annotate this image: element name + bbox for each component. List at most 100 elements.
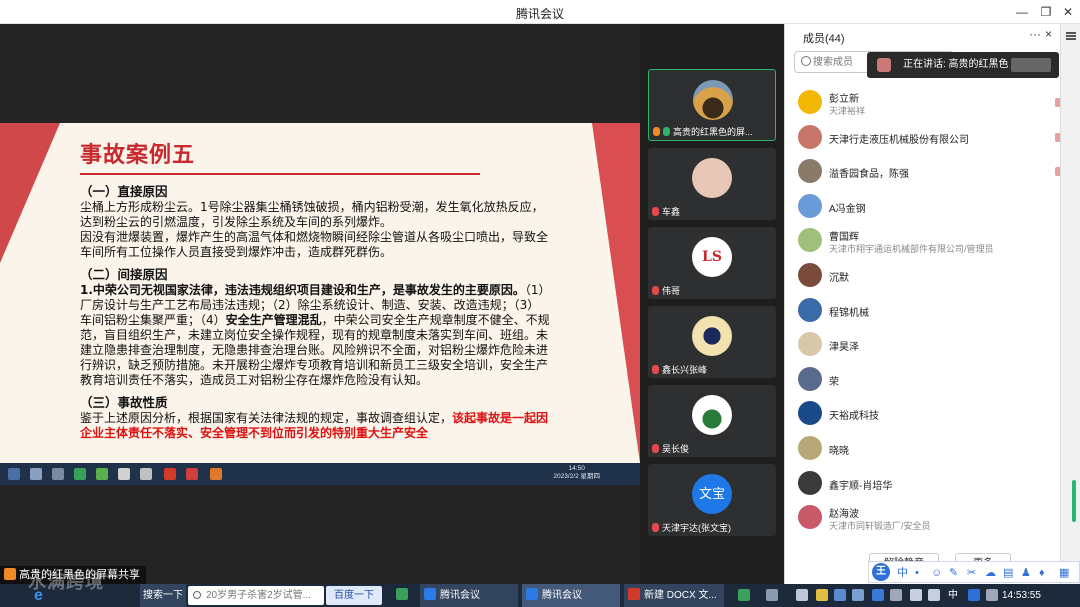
member-name: 天津行走液压机械股份有限公司 xyxy=(829,134,969,146)
members-panel-header: 成员(44) ··· × xyxy=(785,24,1061,48)
close-panel-icon[interactable]: × xyxy=(1045,27,1052,41)
windows-start-icon xyxy=(8,468,20,480)
member-name: 晓晓 xyxy=(829,446,849,457)
shared-slide: 事故案例五 （一）直接原因 尘桶上方形成粉尘云。1号除尘器集尘桶锈蚀破损，桶内铝… xyxy=(0,123,640,463)
pen-icon[interactable]: ✎ xyxy=(949,566,958,580)
members-panel: 成员(44) ··· × 正在讲话: 高贵的红黑色 彭立新天津裕祥天津行走液压机… xyxy=(784,24,1065,584)
member-row[interactable]: 赵海波 天津市同轩锻造厂/安全员 xyxy=(785,501,1061,535)
mic-icon xyxy=(663,127,670,136)
video-tile[interactable]: 车鑫 xyxy=(648,148,776,220)
title-bar: 腾讯会议 — ❐ ✕ xyxy=(0,0,1080,24)
video-tile[interactable]: 鑫长兴张峰 xyxy=(648,306,776,378)
tile-name-text: 鑫长兴张峰 xyxy=(662,365,708,375)
tencent-meeting-window: 腾讯会议 — ❐ ✕ 事故案例五 （一）直接原因 尘桶上方形成粉尘云。1号除尘器… xyxy=(0,0,1080,607)
member-row[interactable]: 曹国辉 天津市翔宇通运机械部件有限公司/管理员 xyxy=(785,224,1061,258)
slide-bold-lead: 1.中荣公司无视国家法律，违法违规组织项目建设和生产，是事故发生的主要原因。 xyxy=(80,283,525,297)
volume-icon[interactable] xyxy=(928,589,940,601)
punctuation-icon[interactable]: • xyxy=(915,566,919,580)
cloud-icon[interactable]: ☁ xyxy=(985,566,996,580)
slide-title-rule xyxy=(80,173,480,175)
ime-mode[interactable]: 中 xyxy=(897,566,908,580)
tray-app-icon[interactable] xyxy=(834,589,846,601)
member-row[interactable]: 鑫宇顺-肖培华 xyxy=(785,467,1061,501)
emoji-icon[interactable]: ☺ xyxy=(931,566,942,580)
member-row[interactable]: 溢香园食品，陈强 xyxy=(785,155,1065,189)
avatar xyxy=(798,436,822,460)
avatar xyxy=(692,395,732,435)
avatar xyxy=(798,366,822,391)
shared-screen-area[interactable]: 事故案例五 （一）直接原因 尘桶上方形成粉尘云。1号除尘器集尘桶锈蚀破损，桶内铝… xyxy=(0,24,640,584)
toolbox-icon[interactable]: ▦ xyxy=(1059,566,1069,580)
user-icon[interactable]: ♟ xyxy=(1021,566,1031,580)
taskbar-clock[interactable]: 14:53:55 xyxy=(1002,584,1041,607)
video-tile[interactable]: 高贵的红黑色的屏... xyxy=(648,69,776,141)
tile-name-text: 高贵的红黑色的屏... xyxy=(673,127,753,137)
search-icon xyxy=(30,468,42,480)
tile-name-text: 天津宇达(张文宝) xyxy=(662,523,731,533)
tray-app-icon[interactable] xyxy=(890,589,902,601)
member-subtitle: 天津市翔宇通运机械部件有限公司/管理员 xyxy=(829,244,994,255)
slide-title: 事故案例五 xyxy=(80,143,196,168)
taskbar-app-wps[interactable]: 新建 DOCX 文... xyxy=(624,584,724,607)
wps-icon xyxy=(164,468,176,480)
member-row[interactable]: 彭立新 天津裕祥 xyxy=(785,86,1065,120)
tray-app-icon[interactable] xyxy=(852,589,864,601)
taskbar-app-tencent-meeting[interactable]: 腾讯会议 xyxy=(420,584,518,607)
taskbar-app-label: 新建 DOCX 文... xyxy=(644,590,717,601)
slide-text: 鉴于上述原因分析，根据国家有关法律法规的规定，事故调查组认定， xyxy=(80,411,453,425)
member-name: 曹国辉 xyxy=(829,232,859,244)
member-name: 津昊泽 xyxy=(829,342,859,354)
minimize-icon[interactable]: — xyxy=(1010,3,1034,21)
member-row[interactable]: 程锦机械 xyxy=(785,294,1061,328)
baidu-search-button[interactable]: 百度一下 xyxy=(326,586,382,605)
skin-icon[interactable]: ♦ xyxy=(1039,566,1045,580)
close-icon[interactable]: ✕ xyxy=(1056,3,1080,21)
input-language-indicator[interactable]: 中 xyxy=(948,584,958,607)
more-options-icon[interactable]: ··· xyxy=(1029,27,1041,41)
taskbar-app-tencent-meeting-active[interactable]: 腾讯会议 xyxy=(522,584,620,607)
member-row[interactable]: 晓晓 xyxy=(785,432,1061,466)
right-side-strip xyxy=(1060,24,1080,584)
tray-app-icon[interactable] xyxy=(816,589,828,601)
ime-tray-icon[interactable] xyxy=(968,589,980,601)
members-scrollbar[interactable] xyxy=(1072,480,1076,522)
windows-taskbar: e 搜索一下 20岁男子杀害2岁试管... 百度一下 腾讯会议 腾讯会议 新建 … xyxy=(0,584,1080,607)
taskbar-icon[interactable] xyxy=(396,584,412,607)
keyboard-icon[interactable]: ▤ xyxy=(1003,566,1013,580)
network-icon[interactable] xyxy=(910,589,922,601)
bluetooth-icon[interactable] xyxy=(872,589,884,601)
slide-paragraph: 因没有泄爆装置，爆炸产生的高温气体和燃烧物瞬间经除尘管道从各吸尘口喷出，导致全车… xyxy=(80,230,549,259)
ime-logo-icon[interactable]: 王 xyxy=(872,563,890,581)
wps-icon xyxy=(628,588,640,600)
speaker-avatar-icon xyxy=(877,58,891,72)
tray-battery-icon[interactable] xyxy=(738,589,750,601)
video-tile[interactable]: 吴长俊 xyxy=(648,385,776,457)
member-row[interactable]: 天津行走液压机械股份有限公司 xyxy=(785,121,1065,155)
share-icon xyxy=(653,127,660,136)
member-row[interactable]: 天裕成科技 xyxy=(785,397,1061,431)
avatar xyxy=(798,470,822,495)
menu-icon[interactable] xyxy=(1066,32,1076,34)
member-row[interactable]: 津昊泽 xyxy=(785,328,1061,362)
slide-section-heading: （三）事故性质 xyxy=(80,395,168,410)
avatar: LS xyxy=(692,237,732,277)
member-row[interactable]: 沉默 xyxy=(785,259,1061,293)
shortcut-icon[interactable]: ✂ xyxy=(967,566,976,580)
member-row[interactable]: A冯金钢 xyxy=(785,190,1061,224)
notification-icon[interactable] xyxy=(986,589,998,601)
search-once-button[interactable]: 搜索一下 xyxy=(140,584,186,607)
tray-temp-icon[interactable] xyxy=(796,589,808,601)
taskbar-search-box[interactable]: 20岁男子杀害2岁试管... xyxy=(188,586,324,605)
restore-icon[interactable]: ❐ xyxy=(1034,3,1058,21)
video-tile[interactable]: LS 伟哥 xyxy=(648,227,776,299)
tray-app-icon[interactable] xyxy=(766,589,778,601)
avatar xyxy=(798,228,822,253)
member-row[interactable]: 荣 xyxy=(785,363,1061,397)
video-tile[interactable]: 文宝 天津宇达(张文宝) xyxy=(648,464,776,536)
avatar xyxy=(798,401,822,426)
shared-clock-date: 2023/2/2 星期四 xyxy=(553,473,600,480)
mic-muted-icon xyxy=(652,207,659,216)
tile-name: 伟哥 xyxy=(652,285,680,297)
tencent-meeting-icon xyxy=(526,588,538,600)
tile-name-text: 伟哥 xyxy=(662,286,681,296)
